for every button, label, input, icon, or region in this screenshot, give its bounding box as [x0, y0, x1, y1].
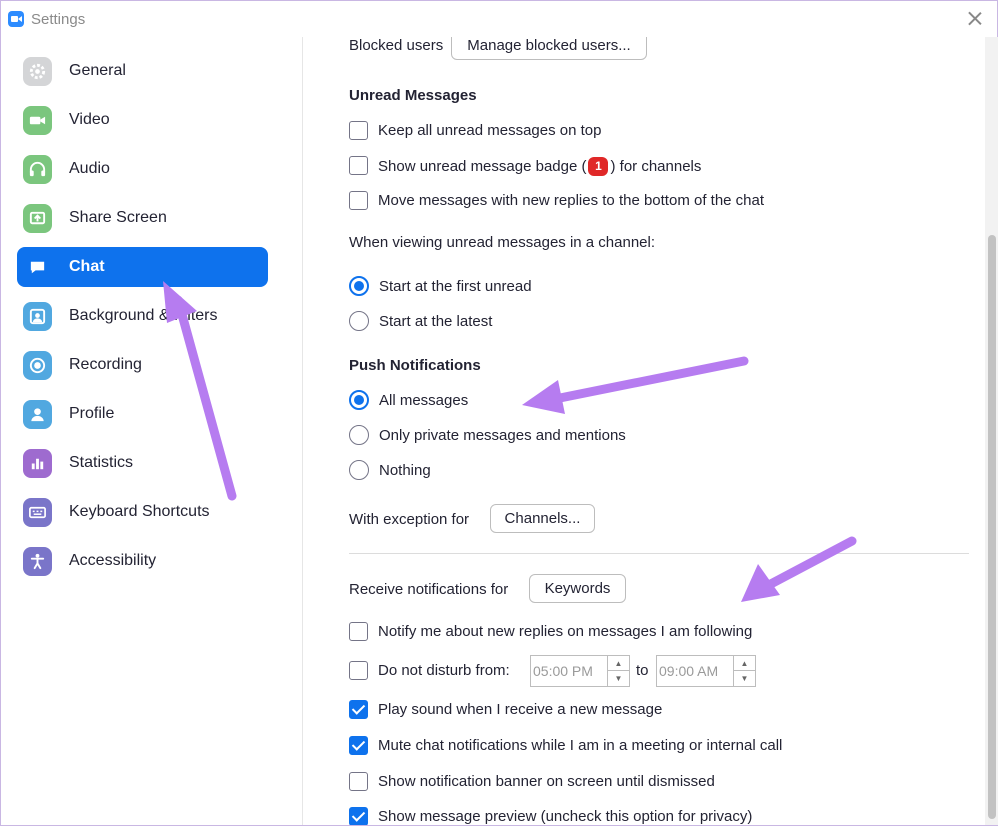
title-bar: Settings: [1, 1, 997, 37]
sidebar-item-label: Accessibility: [69, 552, 157, 569]
sidebar-item-label: Statistics: [69, 454, 134, 471]
start-first-unread-radio[interactable]: [349, 276, 369, 296]
sidebar-item-profile[interactable]: Profile: [17, 394, 268, 434]
sidebar-item-label: Background & Filters: [69, 307, 218, 324]
close-icon[interactable]: [967, 10, 983, 26]
sidebar-item-video[interactable]: Video: [17, 100, 268, 140]
start-latest-label: Start at the latest: [379, 313, 493, 330]
sidebar-item-label: Chat: [69, 258, 105, 275]
blocked-users-label: Blocked users: [349, 37, 444, 54]
chat-settings-panel: Blocked users Manage blocked users... Un…: [303, 37, 985, 825]
zoom-app-icon: [8, 11, 24, 27]
bar-chart-icon: [23, 449, 52, 478]
record-icon: [23, 351, 52, 380]
dnd-from-spinner: ▲ ▼: [607, 656, 629, 686]
unread-badge: 1: [588, 157, 609, 176]
settings-sidebar: General Video Audio Share Screen Chat Ba…: [1, 37, 303, 825]
dnd-to-time-field[interactable]: 09:00 AM ▲ ▼: [656, 655, 756, 687]
sidebar-item-label: Keyboard Shortcuts: [69, 503, 210, 520]
dnd-from-time-field[interactable]: 05:00 PM ▲ ▼: [530, 655, 630, 687]
message-preview-label: Show message preview (uncheck this optio…: [378, 808, 753, 825]
dnd-from-value: 05:00 PM: [533, 663, 593, 679]
headphones-icon: [23, 155, 52, 184]
sidebar-item-recording[interactable]: Recording: [17, 345, 268, 385]
mute-in-meeting-checkbox[interactable]: [349, 736, 368, 755]
sidebar-item-accessibility[interactable]: Accessibility: [17, 541, 268, 581]
sidebar-item-label: Share Screen: [69, 209, 167, 226]
start-first-unread-label: Start at the first unread: [379, 278, 532, 295]
all-messages-radio[interactable]: [349, 390, 369, 410]
show-unread-badge-label: Show unread message badge (1) for channe…: [378, 157, 702, 176]
notify-replies-checkbox[interactable]: [349, 622, 368, 641]
mute-in-meeting-label: Mute chat notifications while I am in a …: [378, 737, 783, 754]
window-title: Settings: [31, 11, 86, 28]
spin-down-icon[interactable]: ▼: [734, 671, 755, 686]
channels-button[interactable]: Channels...: [490, 504, 595, 533]
exception-label: With exception for: [349, 511, 470, 528]
notification-banner-checkbox[interactable]: [349, 772, 368, 791]
background-person-icon: [23, 302, 52, 331]
section-divider: [349, 553, 969, 554]
sidebar-item-label: Profile: [69, 405, 115, 422]
show-unread-badge-checkbox[interactable]: [349, 156, 368, 175]
spin-down-icon[interactable]: ▼: [608, 671, 629, 686]
sidebar-item-label: General: [69, 62, 126, 79]
play-sound-label: Play sound when I receive a new message: [378, 701, 663, 718]
content-scrollbar[interactable]: [985, 37, 998, 825]
unread-messages-heading: Unread Messages: [349, 87, 477, 104]
viewing-unread-label: When viewing unread messages in a channe…: [349, 234, 656, 251]
sidebar-item-statistics[interactable]: Statistics: [17, 443, 268, 483]
keyboard-icon: [23, 498, 52, 527]
move-replies-bottom-checkbox[interactable]: [349, 191, 368, 210]
spin-up-icon[interactable]: ▲: [734, 656, 755, 671]
sidebar-item-audio[interactable]: Audio: [17, 149, 268, 189]
do-not-disturb-label: Do not disturb from:: [378, 662, 510, 679]
notification-banner-label: Show notification banner on screen until…: [378, 773, 715, 790]
dnd-to-spinner: ▲ ▼: [733, 656, 755, 686]
push-notifications-heading: Push Notifications: [349, 357, 481, 374]
gear-icon: [23, 57, 52, 86]
move-replies-bottom-label: Move messages with new replies to the bo…: [378, 192, 765, 209]
share-screen-icon: [23, 204, 52, 233]
sidebar-item-general[interactable]: General: [17, 51, 268, 91]
sidebar-item-background-filters[interactable]: Background & Filters: [17, 296, 268, 336]
keywords-button[interactable]: Keywords: [529, 574, 626, 603]
message-preview-checkbox[interactable]: [349, 807, 368, 825]
manage-blocked-users-button[interactable]: Manage blocked users...: [451, 37, 647, 60]
spin-up-icon[interactable]: ▲: [608, 656, 629, 671]
sidebar-item-share-screen[interactable]: Share Screen: [17, 198, 268, 238]
keep-unread-on-top-checkbox[interactable]: [349, 121, 368, 140]
sidebar-item-keyboard-shortcuts[interactable]: Keyboard Shortcuts: [17, 492, 268, 532]
do-not-disturb-checkbox[interactable]: [349, 661, 368, 680]
nothing-label: Nothing: [379, 462, 431, 479]
private-mentions-radio[interactable]: [349, 425, 369, 445]
start-latest-radio[interactable]: [349, 311, 369, 331]
sidebar-item-chat[interactable]: Chat: [17, 247, 268, 287]
video-camera-icon: [23, 106, 52, 135]
nothing-radio[interactable]: [349, 460, 369, 480]
profile-icon: [23, 400, 52, 429]
notify-replies-label: Notify me about new replies on messages …: [378, 623, 753, 640]
dnd-to-label: to: [636, 662, 649, 679]
all-messages-label: All messages: [379, 392, 469, 409]
scrollbar-thumb[interactable]: [988, 235, 996, 819]
private-mentions-label: Only private messages and mentions: [379, 427, 626, 444]
dnd-to-value: 09:00 AM: [659, 663, 719, 679]
play-sound-checkbox[interactable]: [349, 700, 368, 719]
sidebar-item-label: Audio: [69, 160, 110, 177]
sidebar-item-label: Video: [69, 111, 110, 128]
chat-bubble-icon: [23, 253, 52, 282]
receive-notifications-label: Receive notifications for: [349, 581, 509, 598]
keep-unread-on-top-label: Keep all unread messages on top: [378, 122, 602, 139]
settings-window: Settings General Video Audio Share Scree…: [0, 0, 998, 826]
sidebar-item-label: Recording: [69, 356, 142, 373]
accessibility-icon: [23, 547, 52, 576]
